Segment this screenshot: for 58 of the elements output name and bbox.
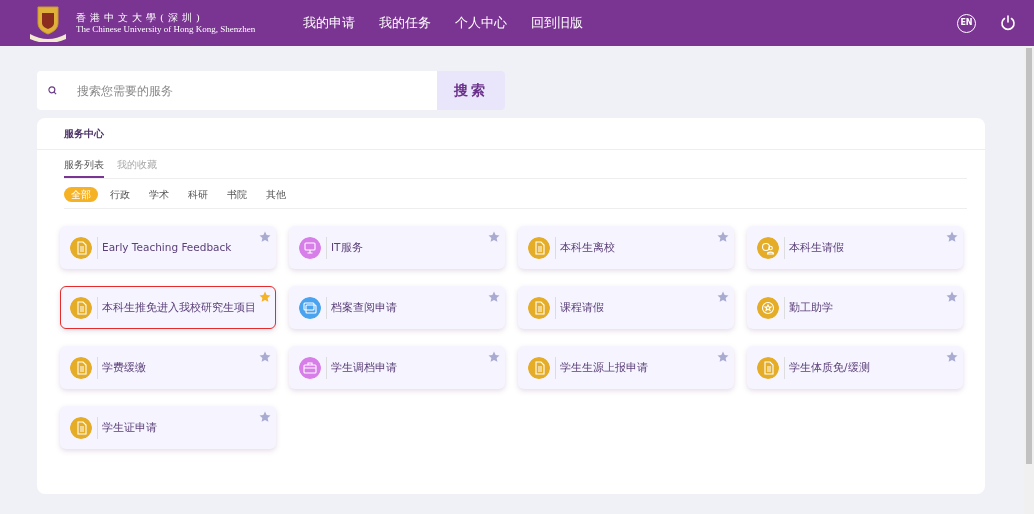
star-icon[interactable] bbox=[259, 351, 271, 363]
star-icon[interactable] bbox=[259, 411, 271, 423]
service-card[interactable]: 本科生离校 bbox=[518, 226, 734, 269]
service-card[interactable]: 学生体质免/缓测 bbox=[747, 346, 963, 389]
star-icon[interactable] bbox=[717, 231, 729, 243]
service-card[interactable]: 学费缓缴 bbox=[60, 346, 276, 389]
nav-link[interactable]: 我的任务 bbox=[379, 13, 432, 33]
university-name-chinese: 香港中文大學(深圳) bbox=[76, 11, 205, 24]
nav-link[interactable]: 回到旧版 bbox=[531, 13, 584, 33]
search-button[interactable]: 搜索 bbox=[437, 71, 505, 110]
service-name: IT服务 bbox=[331, 239, 363, 255]
service-name: Early Teaching Feedback bbox=[102, 239, 232, 255]
service-name: 课程请假 bbox=[560, 299, 604, 315]
panel-title: 服务中心 bbox=[37, 118, 985, 150]
nav-link[interactable]: 个人中心 bbox=[455, 13, 508, 33]
star-icon[interactable] bbox=[717, 351, 729, 363]
service-name: 本科生请假 bbox=[789, 239, 844, 255]
tab[interactable]: 服务列表 bbox=[64, 155, 104, 178]
service-card[interactable]: 本科生推免进入我校研究生项目 bbox=[60, 286, 276, 329]
star-icon[interactable] bbox=[488, 351, 500, 363]
search-icon bbox=[48, 86, 57, 95]
category-filter[interactable]: 其他 bbox=[259, 187, 293, 202]
service-card[interactable]: 课程请假 bbox=[518, 286, 734, 329]
service-card[interactable]: 学生调档申请 bbox=[289, 346, 505, 389]
service-name: 勤工助学 bbox=[789, 299, 833, 315]
star-icon[interactable] bbox=[946, 351, 958, 363]
service-card[interactable]: 档案查阅申请 bbox=[289, 286, 505, 329]
category-filter[interactable]: 行政 bbox=[103, 187, 137, 202]
service-name: 本科生推免进入我校研究生项目 bbox=[102, 299, 256, 315]
service-name: 学费缓缴 bbox=[102, 359, 146, 375]
service-card[interactable]: 学生证申请 bbox=[60, 406, 276, 449]
search-field[interactable]: 搜索您需要的服务 bbox=[37, 71, 437, 110]
service-name: 本科生离校 bbox=[560, 239, 615, 255]
service-name: 学生调档申请 bbox=[331, 359, 397, 375]
service-card[interactable]: Early Teaching Feedback bbox=[60, 226, 276, 269]
star-icon[interactable] bbox=[259, 231, 271, 243]
star-icon[interactable] bbox=[717, 291, 729, 303]
service-card[interactable]: 本科生请假 bbox=[747, 226, 963, 269]
category-filter[interactable]: 科研 bbox=[181, 187, 215, 202]
nav-link[interactable]: 我的申请 bbox=[303, 13, 356, 33]
university-name-english: The Chinese University of Hong Kong, Shenzhen bbox=[76, 23, 256, 35]
service-card[interactable]: 学生生源上报申请 bbox=[518, 346, 734, 389]
star-icon[interactable] bbox=[259, 291, 271, 303]
star-icon[interactable] bbox=[488, 231, 500, 243]
power-icon[interactable] bbox=[1000, 15, 1016, 31]
service-name: 档案查阅申请 bbox=[331, 299, 397, 315]
scrollbar[interactable] bbox=[1024, 46, 1034, 514]
service-card[interactable]: 勤工助学 bbox=[747, 286, 963, 329]
category-filter[interactable]: 书院 bbox=[220, 187, 254, 202]
service-name: 学生体质免/缓测 bbox=[789, 359, 870, 375]
star-icon[interactable] bbox=[946, 291, 958, 303]
star-icon[interactable] bbox=[488, 291, 500, 303]
service-name: 学生生源上报申请 bbox=[560, 359, 648, 375]
university-crest-icon bbox=[28, 4, 68, 42]
star-icon[interactable] bbox=[946, 231, 958, 243]
service-name: 学生证申请 bbox=[102, 419, 157, 435]
category-filter[interactable]: 学术 bbox=[142, 187, 176, 202]
service-card[interactable]: IT服务 bbox=[289, 226, 505, 269]
